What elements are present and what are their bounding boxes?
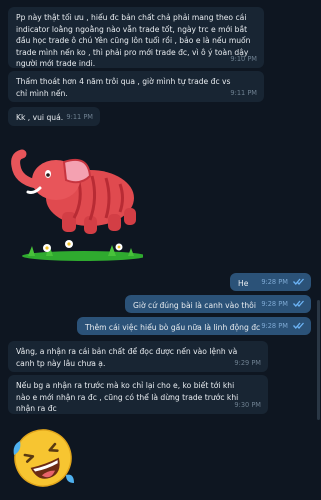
message-text: Pp này thật tối ưu , hiểu đc bản chất ch… [16, 13, 251, 68]
message-meta: 9:28 PM [261, 321, 304, 333]
message-text: Nếu bg a nhận ra trước mà ko chỉ lại cho… [16, 381, 239, 413]
double-check-icon [293, 278, 304, 285]
rolling-laughing-emoji[interactable] [10, 425, 76, 491]
incoming-message[interactable]: Nếu bg a nhận ra trước mà ko chỉ lại cho… [8, 375, 268, 414]
message-time: 9:11 PM [230, 88, 257, 97]
message-meta: 9:28 PM [261, 277, 304, 289]
double-check-icon [293, 322, 304, 329]
double-check-icon [293, 300, 304, 307]
message-time: 9:28 PM [261, 321, 288, 330]
outgoing-message[interactable]: He 9:28 PM [230, 273, 311, 291]
scrollbar-thumb[interactable] [317, 300, 320, 420]
incoming-message[interactable]: Pp này thật tối ưu , hiểu đc bản chất ch… [8, 7, 264, 68]
message-time: 9:10 PM [230, 54, 257, 63]
chat-history[interactable]: Pp này thật tối ưu , hiểu đc bản chất ch… [0, 0, 321, 500]
outgoing-message[interactable]: Giờ cứ đúng bài là canh vào thôi 9:28 PM [125, 295, 311, 313]
message-time: 9:28 PM [261, 277, 288, 286]
laughing-emoji-icon [13, 429, 74, 487]
message-time: 9:28 PM [261, 299, 288, 308]
elephant-icon [11, 149, 146, 261]
outgoing-message[interactable]: Thêm cái việc hiểu bò gấu nữa là linh độ… [77, 317, 311, 335]
message-text: Thấm thoát hơn 4 năm trôi qua , giờ mình… [16, 77, 231, 98]
message-time: 9:30 PM [234, 400, 261, 409]
message-time: 9:29 PM [234, 358, 261, 367]
scrollbar[interactable] [317, 0, 320, 500]
incoming-message[interactable]: Kk , vui quá. 9:11 PM [8, 107, 100, 126]
message-meta: 9:28 PM [261, 299, 304, 311]
incoming-message[interactable]: Thấm thoát hơn 4 năm trôi qua , giờ mình… [8, 71, 264, 102]
red-elephant-sticker[interactable] [8, 140, 146, 262]
message-text: Vâng, a nhận ra cái bản chất để đọc được… [16, 347, 238, 368]
message-time: 9:11 PM [66, 112, 93, 121]
incoming-message[interactable]: Vâng, a nhận ra cái bản chất để đọc được… [8, 341, 268, 372]
